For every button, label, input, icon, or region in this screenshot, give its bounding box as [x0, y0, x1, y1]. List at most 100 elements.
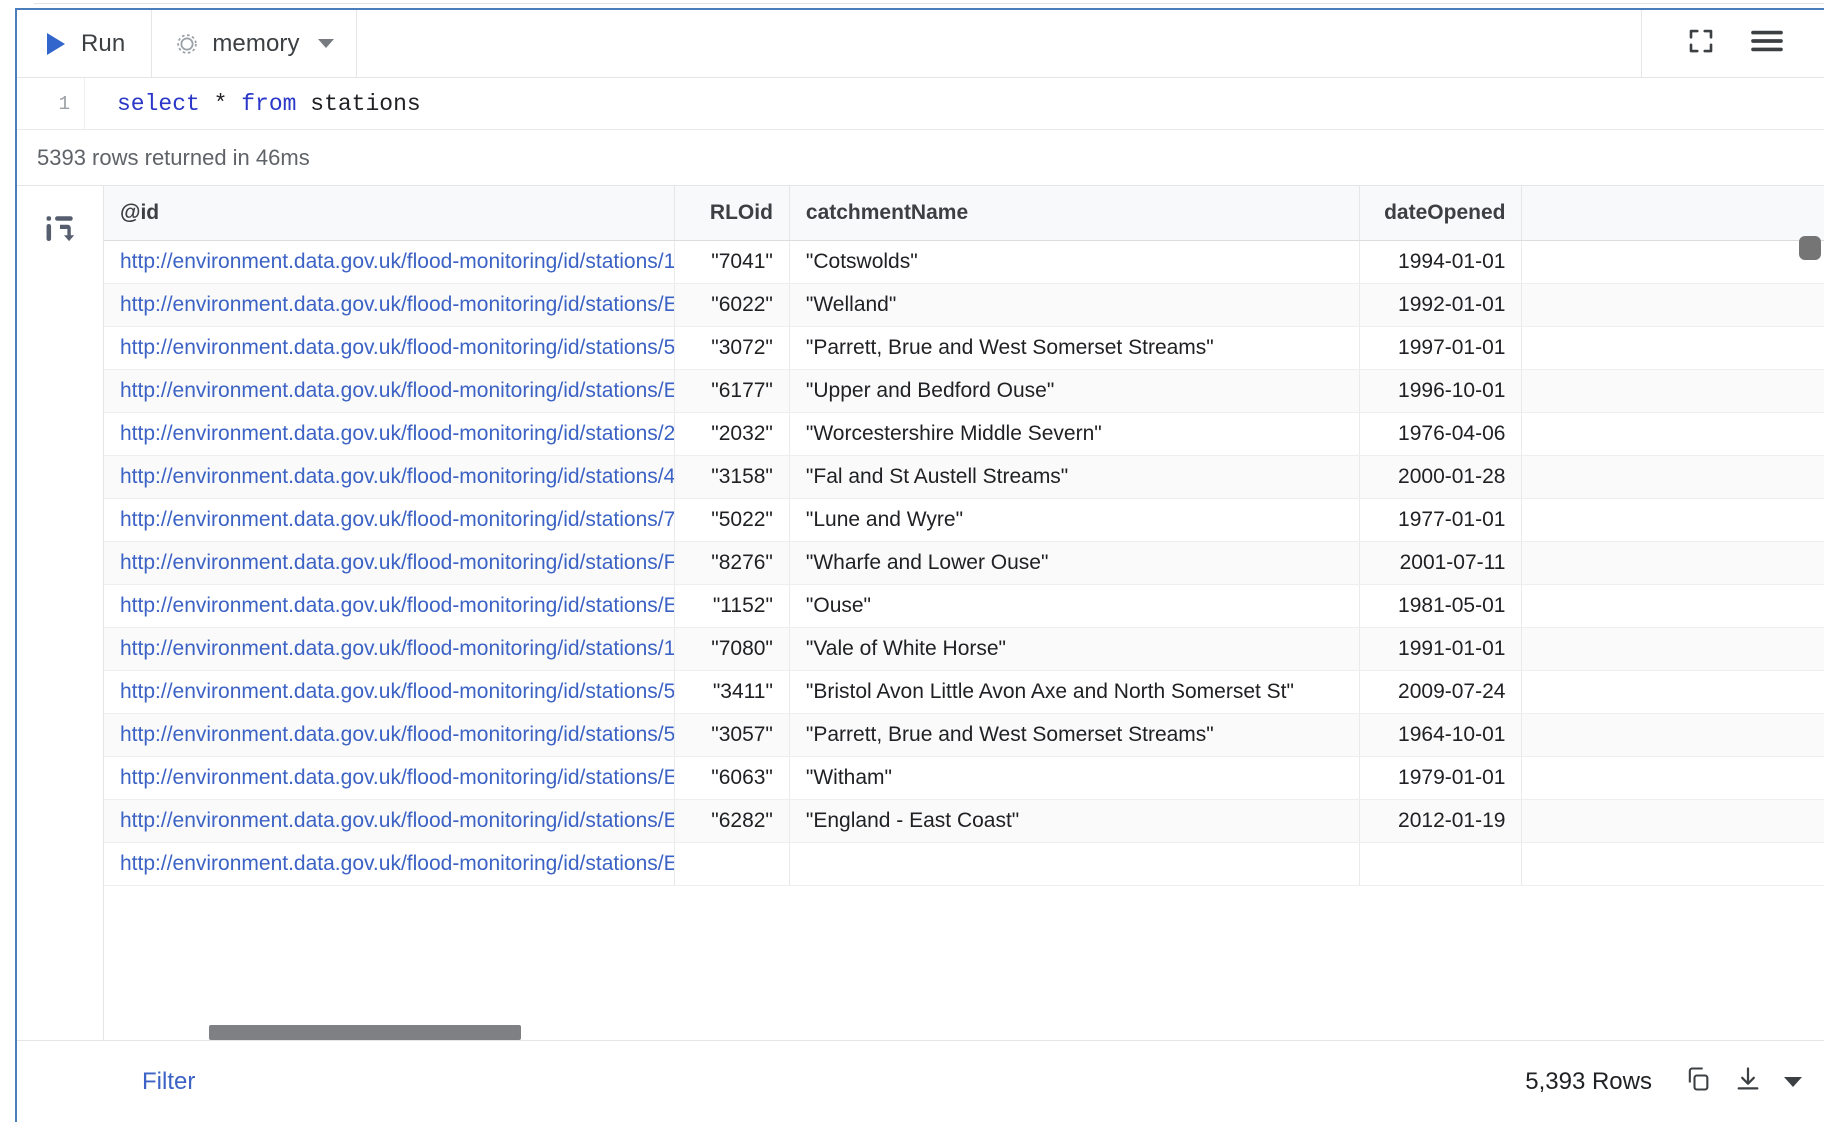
cell-rloid[interactable]: "7080"	[674, 627, 789, 670]
horizontal-scrollbar-thumb[interactable]	[209, 1025, 521, 1040]
station-url-link[interactable]: http://environment.data.gov.uk/flood-mon…	[120, 766, 674, 789]
cell-id[interactable]: http://environment.data.gov.uk/flood-mon…	[104, 541, 674, 584]
cell-dateopened[interactable]: 1992-01-01	[1359, 283, 1522, 326]
station-url-link[interactable]: http://environment.data.gov.uk/flood-mon…	[120, 723, 674, 746]
cell-catchmentname[interactable]: "Lune and Wyre"	[789, 498, 1359, 541]
station-url-link[interactable]: http://environment.data.gov.uk/flood-mon…	[120, 551, 674, 574]
cell-rloid[interactable]: "7041"	[674, 240, 789, 283]
cell-dateopened[interactable]: 1991-01-01	[1359, 627, 1522, 670]
station-url-link[interactable]: http://environment.data.gov.uk/flood-mon…	[120, 594, 674, 617]
cell-id[interactable]: http://environment.data.gov.uk/flood-mon…	[104, 584, 674, 627]
hamburger-menu-icon[interactable]	[1750, 27, 1784, 60]
cell-rloid[interactable]	[674, 842, 789, 885]
transpose-table-icon[interactable]	[43, 212, 77, 251]
column-header-dateopened[interactable]: dateOpened	[1359, 186, 1522, 240]
cell-id[interactable]: http://environment.data.gov.uk/flood-mon…	[104, 842, 674, 885]
cell-rloid[interactable]: "3158"	[674, 455, 789, 498]
column-header-id[interactable]: @id	[104, 186, 674, 240]
cell-dateopened[interactable]: 1976-04-06	[1359, 412, 1522, 455]
cell-id[interactable]: http://environment.data.gov.uk/flood-mon…	[104, 283, 674, 326]
table-row[interactable]: http://environment.data.gov.uk/flood-mon…	[104, 756, 1824, 799]
cell-catchmentname[interactable]: "Ouse"	[789, 584, 1359, 627]
cell-dateopened[interactable]: 1977-01-01	[1359, 498, 1522, 541]
horizontal-scrollbar-track[interactable]	[191, 1024, 1824, 1040]
cell-easting[interactable]: 35	[1522, 713, 1824, 756]
cell-easting[interactable]: 38	[1522, 412, 1824, 455]
cell-dateopened[interactable]: 1996-10-01	[1359, 369, 1522, 412]
cell-id[interactable]: http://environment.data.gov.uk/flood-mon…	[104, 670, 674, 713]
cell-rloid[interactable]: "6022"	[674, 283, 789, 326]
cell-dateopened[interactable]: 1997-01-01	[1359, 326, 1522, 369]
station-url-link[interactable]: http://environment.data.gov.uk/flood-mon…	[120, 680, 674, 703]
cell-id[interactable]: http://environment.data.gov.uk/flood-mon…	[104, 455, 674, 498]
cell-dateopened[interactable]: 2009-07-24	[1359, 670, 1522, 713]
vertical-scrollbar-thumb[interactable]	[1799, 236, 1821, 260]
table-row[interactable]: http://environment.data.gov.uk/flood-mon…	[104, 369, 1824, 412]
table-row[interactable]: http://environment.data.gov.uk/flood-mon…	[104, 455, 1824, 498]
cell-catchmentname[interactable]: "Bristol Avon Little Avon Axe and North …	[789, 670, 1359, 713]
cell-catchmentname[interactable]: "Upper and Bedford Ouse"	[789, 369, 1359, 412]
table-row[interactable]: http://environment.data.gov.uk/flood-mon…	[104, 541, 1824, 584]
cell-id[interactable]: http://environment.data.gov.uk/flood-mon…	[104, 713, 674, 756]
cell-catchmentname[interactable]: "Parrett, Brue and West Somerset Streams…	[789, 326, 1359, 369]
cell-rloid[interactable]: "3072"	[674, 326, 789, 369]
cell-easting[interactable]: 41	[1522, 240, 1824, 283]
cell-rloid[interactable]: "5022"	[674, 498, 789, 541]
filter-button[interactable]: Filter	[104, 1068, 195, 1096]
table-row[interactable]: http://environment.data.gov.uk/flood-mon…	[104, 498, 1824, 541]
cell-easting[interactable]: 53	[1522, 584, 1824, 627]
cell-easting[interactable]: 65	[1522, 842, 1824, 885]
table-row[interactable]: http://environment.data.gov.uk/flood-mon…	[104, 584, 1824, 627]
station-url-link[interactable]: http://environment.data.gov.uk/flood-mon…	[120, 508, 674, 531]
cell-catchmentname[interactable]	[789, 842, 1359, 885]
cell-dateopened[interactable]: 1964-10-01	[1359, 713, 1522, 756]
caret-down-icon[interactable]	[1784, 1077, 1802, 1087]
cell-dateopened[interactable]: 1994-01-01	[1359, 240, 1522, 283]
station-url-link[interactable]: http://environment.data.gov.uk/flood-mon…	[120, 379, 674, 402]
cell-rloid[interactable]: "6177"	[674, 369, 789, 412]
cell-rloid[interactable]: "6282"	[674, 799, 789, 842]
cell-rloid[interactable]: "1152"	[674, 584, 789, 627]
cell-id[interactable]: http://environment.data.gov.uk/flood-mon…	[104, 240, 674, 283]
cell-dateopened[interactable]: 2012-01-19	[1359, 799, 1522, 842]
table-row[interactable]: http://environment.data.gov.uk/flood-mon…	[104, 283, 1824, 326]
cell-catchmentname[interactable]: "Vale of White Horse"	[789, 627, 1359, 670]
table-row[interactable]: http://environment.data.gov.uk/flood-mon…	[104, 326, 1824, 369]
cell-catchmentname[interactable]: "Witham"	[789, 756, 1359, 799]
column-header-rloid[interactable]: RLOid	[674, 186, 789, 240]
run-button[interactable]: Run	[17, 10, 152, 77]
cell-easting[interactable]: 36	[1522, 670, 1824, 713]
station-url-link[interactable]: http://environment.data.gov.uk/flood-mon…	[120, 422, 674, 445]
cell-rloid[interactable]: "3411"	[674, 670, 789, 713]
station-url-link[interactable]: http://environment.data.gov.uk/flood-mon…	[120, 336, 674, 359]
table-row[interactable]: http://environment.data.gov.uk/flood-mon…	[104, 713, 1824, 756]
cell-easting[interactable]: 39	[1522, 541, 1824, 584]
cell-easting[interactable]: 35	[1522, 498, 1824, 541]
cell-easting[interactable]: 52	[1522, 756, 1824, 799]
table-row[interactable]: http://environment.data.gov.uk/flood-mon…	[104, 842, 1824, 885]
station-url-link[interactable]: http://environment.data.gov.uk/flood-mon…	[120, 293, 674, 316]
cell-dateopened[interactable]: 1979-01-01	[1359, 756, 1522, 799]
column-header-catchmentname[interactable]: catchmentName	[789, 186, 1359, 240]
cell-catchmentname[interactable]: "England - East Coast"	[789, 799, 1359, 842]
cell-easting[interactable]: 17	[1522, 455, 1824, 498]
cell-rloid[interactable]: "2032"	[674, 412, 789, 455]
station-url-link[interactable]: http://environment.data.gov.uk/flood-mon…	[120, 852, 674, 875]
cell-rloid[interactable]: "3057"	[674, 713, 789, 756]
cell-catchmentname[interactable]: "Wharfe and Lower Ouse"	[789, 541, 1359, 584]
cell-easting[interactable]: 43	[1522, 627, 1824, 670]
copy-icon[interactable]	[1684, 1065, 1712, 1098]
table-row[interactable]: http://environment.data.gov.uk/flood-mon…	[104, 799, 1824, 842]
station-url-link[interactable]: http://environment.data.gov.uk/flood-mon…	[120, 250, 674, 273]
cell-easting[interactable]: 34	[1522, 326, 1824, 369]
table-row[interactable]: http://environment.data.gov.uk/flood-mon…	[104, 412, 1824, 455]
cell-id[interactable]: http://environment.data.gov.uk/flood-mon…	[104, 799, 674, 842]
cell-id[interactable]: http://environment.data.gov.uk/flood-mon…	[104, 498, 674, 541]
expand-fullscreen-icon[interactable]	[1686, 26, 1716, 61]
cell-easting[interactable]: 52	[1522, 283, 1824, 326]
code-editor[interactable]: 1 select * from stations	[17, 78, 1824, 130]
station-url-link[interactable]: http://environment.data.gov.uk/flood-mon…	[120, 809, 674, 832]
cell-rloid[interactable]: "8276"	[674, 541, 789, 584]
cell-id[interactable]: http://environment.data.gov.uk/flood-mon…	[104, 627, 674, 670]
column-header-easting[interactable]: eas	[1522, 186, 1824, 240]
